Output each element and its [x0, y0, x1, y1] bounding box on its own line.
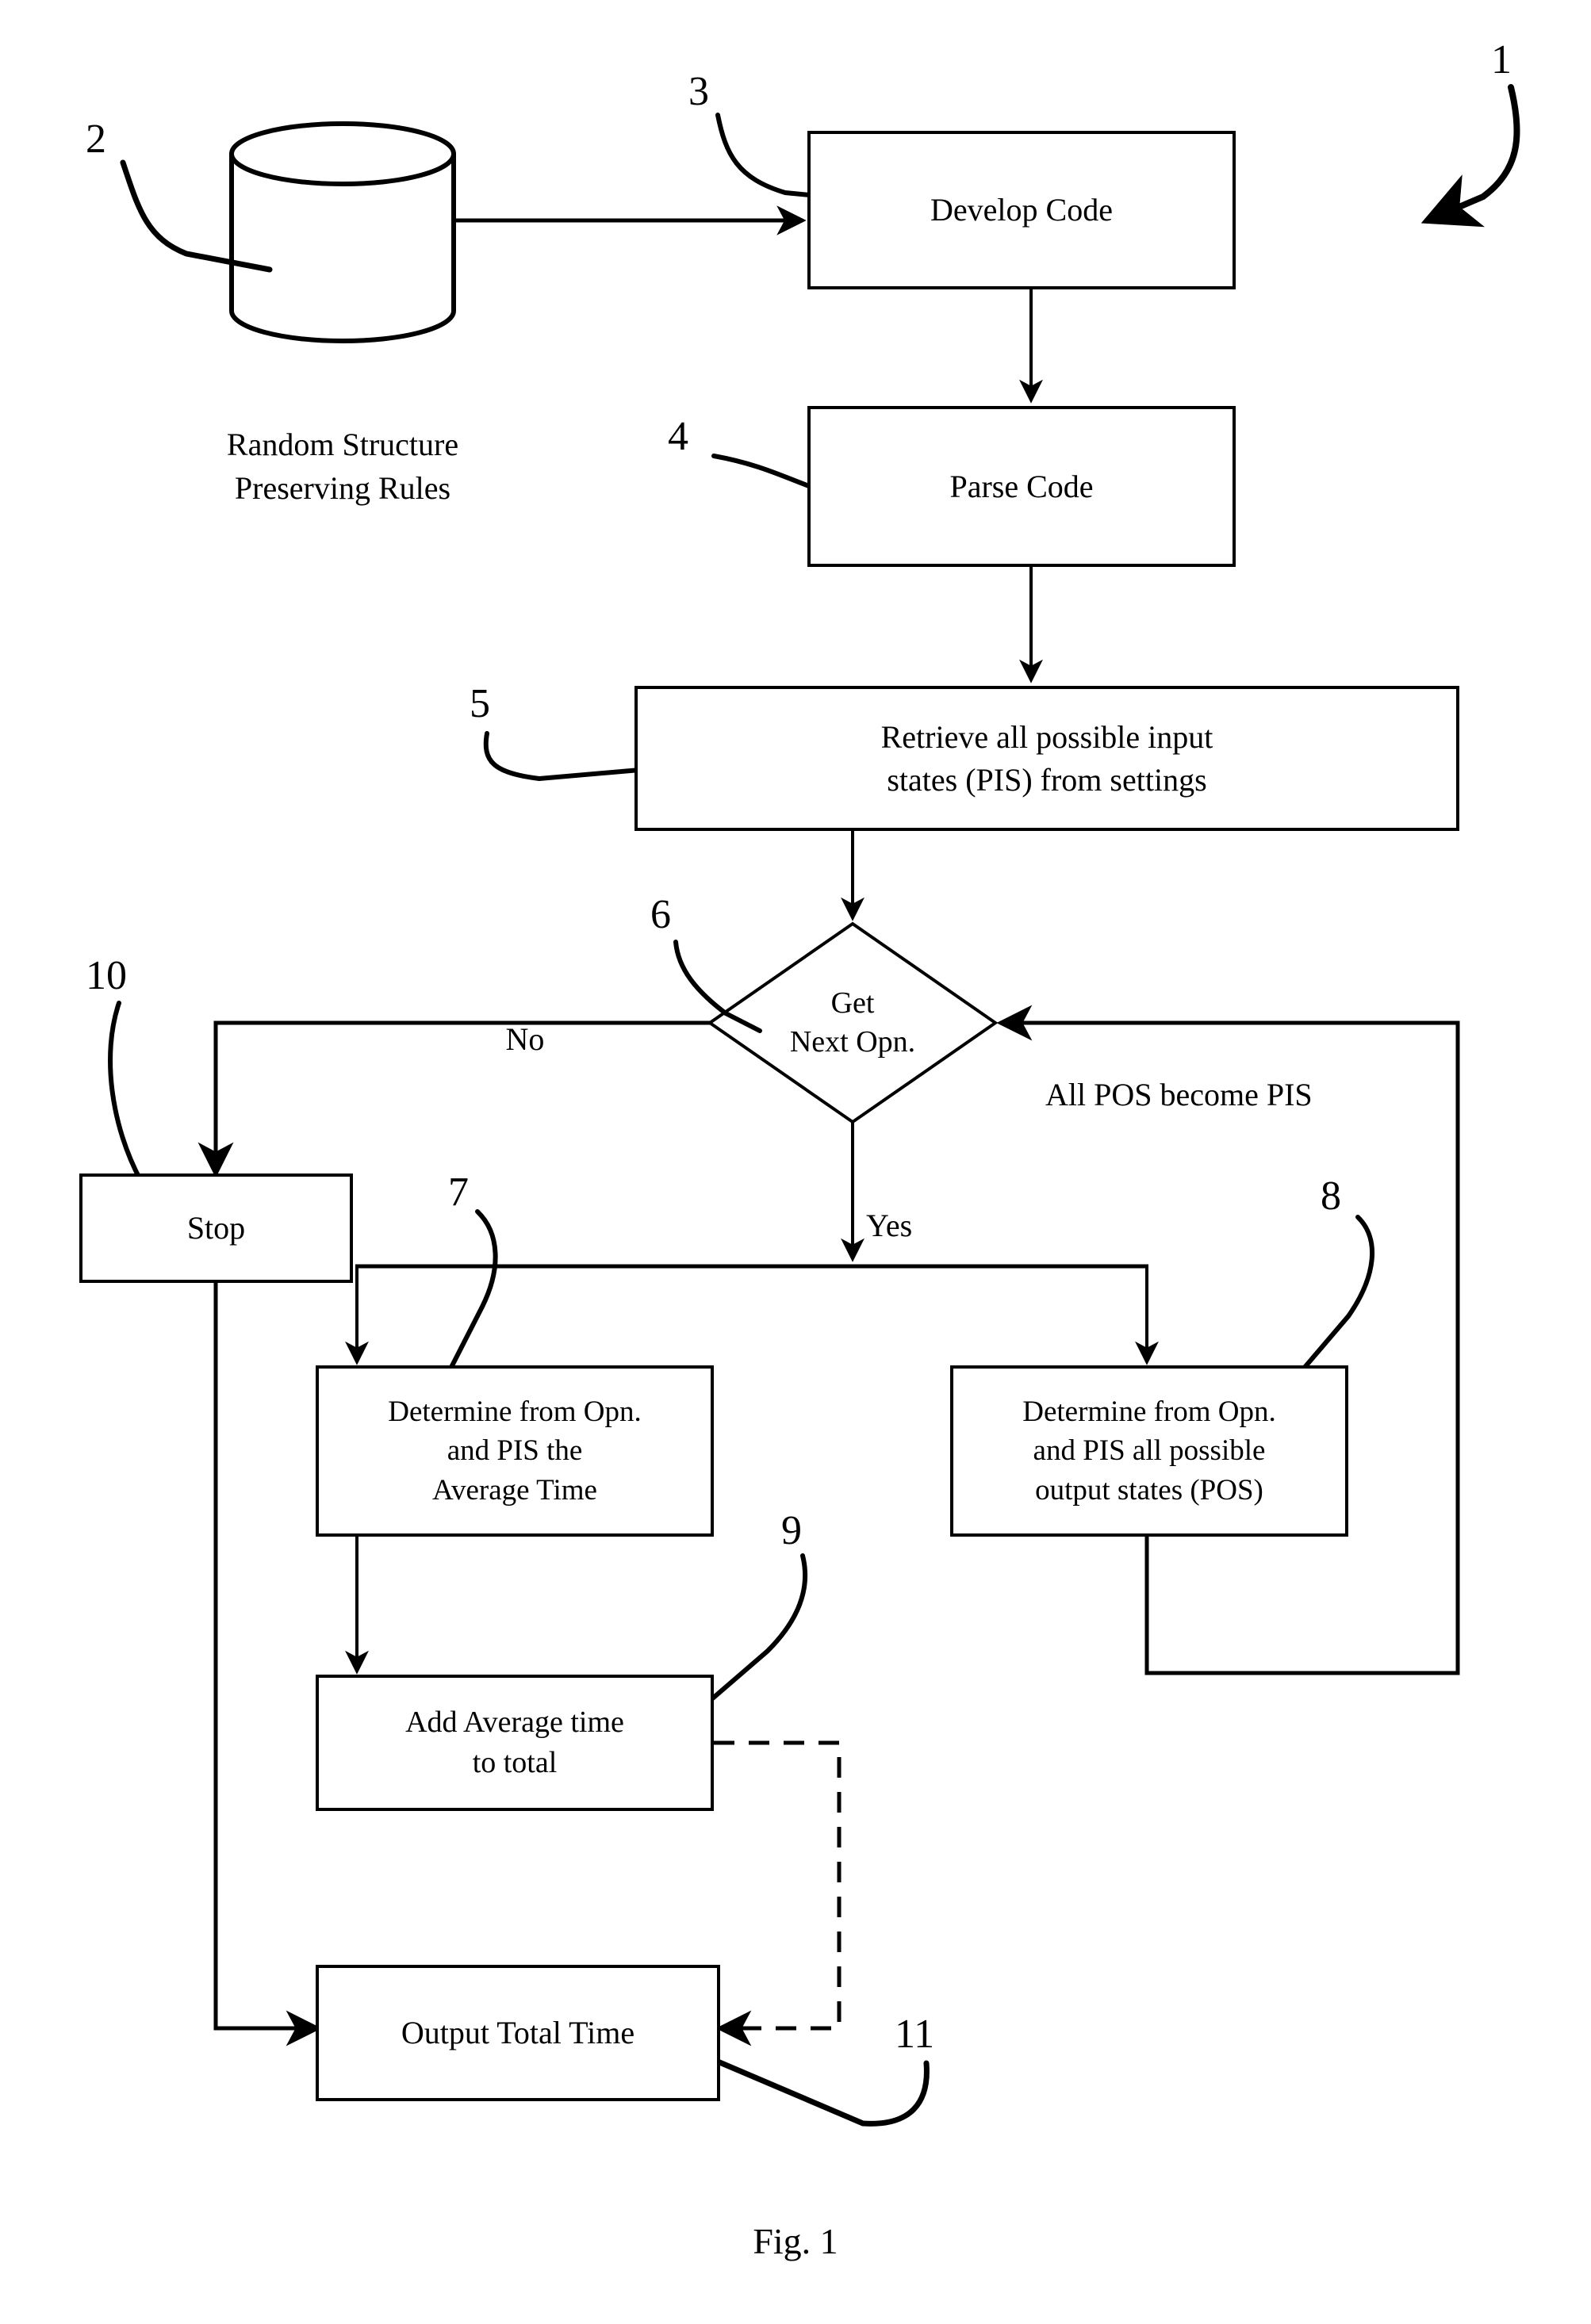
node-determine-pos[interactable]: Determine from Opn. and PIS all possible…: [950, 1365, 1348, 1537]
node-develop-code-label: Develop Code: [930, 192, 1113, 228]
leader-line-5: [483, 731, 651, 782]
node-determine-avg-time-label: Determine from Opn. and PIS the Average …: [388, 1395, 642, 1507]
ref-number-7: 7: [448, 1172, 469, 1213]
node-retrieve-pis[interactable]: Retrieve all possible input states (PIS)…: [634, 686, 1459, 831]
ref-number-2-text: 2: [86, 117, 106, 162]
figure-caption-text: Fig. 1: [753, 2221, 838, 2261]
ref-number-8: 8: [1321, 1176, 1341, 1217]
node-get-next-opn-label: Get Next Opn.: [789, 986, 916, 1059]
ref-number-10-text: 10: [86, 953, 127, 998]
leader-line-1: [1420, 84, 1520, 228]
edge-label-yes-text: Yes: [866, 1208, 913, 1244]
edge-label-yes: Yes: [866, 1162, 993, 1248]
ref-number-6: 6: [650, 894, 671, 936]
ref-number-8-text: 8: [1321, 1173, 1341, 1219]
node-develop-code[interactable]: Develop Code: [807, 131, 1236, 289]
node-parse-code[interactable]: Parse Code: [807, 406, 1236, 567]
node-get-next-opn[interactable]: Get Next Opn.: [757, 969, 948, 1077]
edge-label-no-text: No: [505, 1021, 545, 1058]
figure-page: Develop Code Parse Code Retrieve all pos…: [0, 0, 1591, 2324]
ref-number-1-text: 1: [1491, 37, 1512, 82]
ref-number-5: 5: [470, 683, 490, 725]
node-add-average-time[interactable]: Add Average time to total: [316, 1675, 714, 1811]
cylinder-datastore-shape: [229, 121, 456, 343]
node-output-total-time-label: Output Total Time: [401, 2015, 635, 2051]
edge-feedback-pos-to-decision: [996, 1005, 1460, 1675]
leader-line-7: [442, 1209, 498, 1384]
figure-caption: Fig. 1: [0, 2220, 1591, 2262]
edge-label-feedback: All POS become PIS: [1045, 1031, 1442, 1117]
edge-label-feedback-text: All POS become PIS: [1045, 1077, 1313, 1113]
datastore-caption: Random Structure Preserving Rules: [152, 381, 533, 510]
ref-number-1: 1: [1491, 40, 1512, 81]
ref-number-7-text: 7: [448, 1170, 469, 1215]
ref-number-11-text: 11: [895, 2012, 935, 2057]
node-add-average-time-label: Add Average time to total: [405, 1706, 624, 1779]
ref-number-4: 4: [668, 416, 688, 458]
ref-number-9: 9: [781, 1510, 802, 1552]
ref-number-3: 3: [688, 71, 709, 113]
node-stop-label: Stop: [186, 1210, 246, 1246]
edge-add-average-to-output-dashed: [714, 1740, 842, 2046]
edge-stop-to-output-total-time: [213, 1283, 322, 2046]
node-stop[interactable]: Stop: [79, 1173, 353, 1283]
ref-number-4-text: 4: [668, 414, 688, 459]
ref-number-6-text: 6: [650, 892, 671, 937]
leader-line-8: [1290, 1215, 1374, 1384]
ref-number-5-text: 5: [470, 681, 490, 726]
flowchart-linework: [108, 84, 1520, 2127]
ref-number-10: 10: [86, 955, 127, 997]
ref-number-3-text: 3: [688, 69, 709, 114]
node-determine-avg-time[interactable]: Determine from Opn. and PIS the Average …: [316, 1365, 714, 1537]
node-parse-code-label: Parse Code: [949, 468, 1094, 504]
datastore-caption-text: Random Structure Preserving Rules: [226, 427, 459, 506]
ref-number-11: 11: [895, 2014, 934, 2055]
ref-number-9-text: 9: [781, 1508, 802, 1553]
node-determine-pos-label: Determine from Opn. and PIS all possible…: [1022, 1395, 1276, 1507]
edge-label-no: No: [462, 975, 588, 1062]
node-output-total-time[interactable]: Output Total Time: [316, 1965, 720, 2101]
leader-line-11: [715, 2058, 930, 2127]
leader-line-9: [707, 1553, 807, 1703]
ref-number-2: 2: [86, 119, 106, 160]
node-retrieve-pis-label: Retrieve all possible input states (PIS)…: [880, 718, 1213, 798]
